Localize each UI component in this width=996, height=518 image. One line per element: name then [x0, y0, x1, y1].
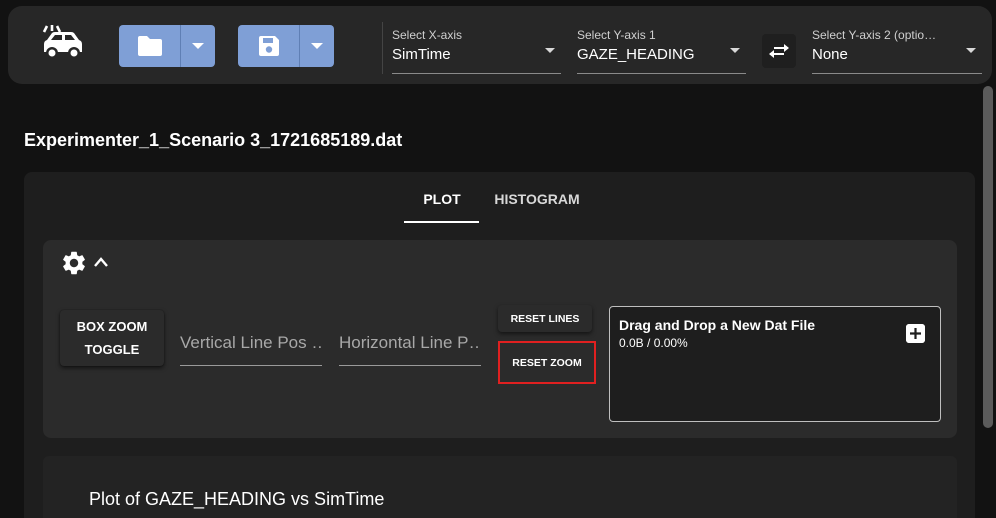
active-tab-indicator: [404, 221, 479, 223]
x-axis-select-label: Select X-axis: [392, 28, 463, 42]
box-zoom-label-line2: TOGGLE: [84, 342, 140, 357]
y-axis-1-select-label: Select Y-axis 1: [577, 28, 656, 42]
open-file-button[interactable]: [119, 25, 180, 67]
file-drop-zone[interactable]: Drag and Drop a New Dat File 0.0B / 0.00…: [609, 306, 941, 422]
file-title: Experimenter_1_Scenario 3_1721685189.dat: [24, 130, 403, 150]
open-file-split-button: [119, 25, 215, 67]
reset-zoom-button[interactable]: RESET ZOOM: [498, 341, 596, 384]
reset-lines-button[interactable]: RESET LINES: [498, 305, 592, 332]
drop-zone-stats: 0.0B / 0.00%: [619, 336, 688, 350]
dropdown-arrow-icon: [966, 48, 976, 53]
vertical-line-field: [180, 314, 322, 366]
x-axis-select-value: SimTime: [392, 46, 451, 63]
folder-icon: [137, 36, 162, 56]
car-icon[interactable]: [38, 22, 88, 66]
chevron-down-icon: [311, 43, 323, 49]
save-file-split-button: [238, 25, 334, 67]
x-axis-select[interactable]: Select X-axis SimTime: [392, 26, 561, 74]
box-zoom-label-line1: BOX ZOOM: [76, 319, 148, 334]
box-zoom-toggle-button[interactable]: BOX ZOOM TOGGLE: [60, 310, 164, 366]
drop-zone-title: Drag and Drop a New Dat File: [619, 317, 816, 333]
plot-tools-section: BOX ZOOM TOGGLE RESET LINES RESET ZOOM D…: [43, 240, 957, 438]
toolbar-divider: [382, 22, 383, 74]
chevron-down-icon: [192, 43, 204, 49]
gear-icon[interactable]: [60, 249, 88, 277]
swap-y-axes-button[interactable]: [762, 34, 796, 68]
save-file-menu-button[interactable]: [300, 25, 334, 67]
y-axis-2-select[interactable]: Select Y-axis 2 (optio… None: [812, 26, 982, 74]
plot-panel: PLOT HISTOGRAM BOX ZOOM TOGGLE RESET LIN…: [24, 172, 975, 518]
horizontal-line-field: [339, 314, 481, 366]
y-axis-2-select-value: None: [812, 46, 848, 63]
chevron-up-icon[interactable]: [93, 256, 109, 268]
plot-card: Plot of GAZE_HEADING vs SimTime: [43, 456, 957, 518]
top-toolbar: Select X-axis SimTime Select Y-axis 1 GA…: [8, 6, 992, 84]
add-file-icon[interactable]: [906, 324, 925, 343]
tab-histogram[interactable]: HISTOGRAM: [488, 190, 586, 224]
horizontal-line-input[interactable]: [339, 314, 481, 365]
y-axis-2-select-label: Select Y-axis 2 (optio…: [812, 28, 937, 42]
scrollbar-thumb[interactable]: [983, 86, 993, 428]
y-axis-1-select-value: GAZE_HEADING: [577, 46, 695, 63]
y-axis-1-select[interactable]: Select Y-axis 1 GAZE_HEADING: [577, 26, 746, 74]
vertical-line-input[interactable]: [180, 314, 322, 365]
save-file-button[interactable]: [238, 25, 299, 67]
open-file-menu-button[interactable]: [181, 25, 215, 67]
dropdown-arrow-icon: [730, 48, 740, 53]
dropdown-arrow-icon: [545, 48, 555, 53]
swap-arrows-icon: [769, 44, 789, 58]
tab-plot[interactable]: PLOT: [405, 190, 479, 224]
save-icon: [258, 36, 279, 56]
plot-title: Plot of GAZE_HEADING vs SimTime: [89, 489, 385, 509]
